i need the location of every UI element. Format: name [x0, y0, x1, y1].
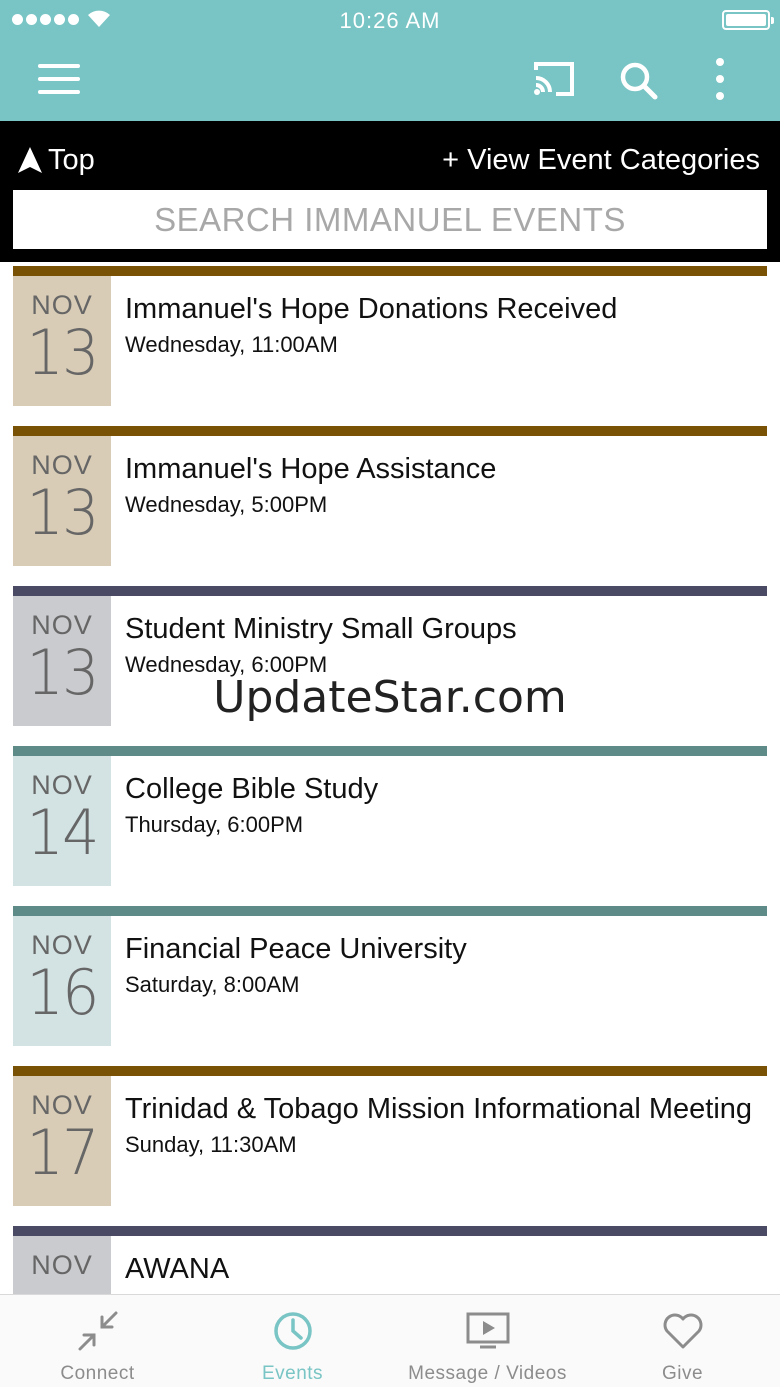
tab-label: Connect	[60, 1363, 135, 1384]
event-time: Wednesday, 5:00PM	[125, 492, 328, 517]
video-screen-icon	[466, 1312, 509, 1349]
event-title: Financial Peace University	[125, 933, 467, 965]
cast-icon[interactable]	[532, 60, 576, 98]
heart-icon	[663, 1313, 702, 1349]
event-item[interactable]: NOV 14 College Bible Study Thursday, 6:0…	[13, 746, 767, 906]
event-item[interactable]: NOV 13 Immanuel's Hope Assistance Wednes…	[13, 426, 767, 586]
event-day: 14	[26, 796, 99, 869]
event-item[interactable]: NOV 16 Financial Peace University Saturd…	[13, 906, 767, 1066]
event-list: NOV 13 Immanuel's Hope Donations Receive…	[0, 262, 780, 1294]
tab-label: Events	[261, 1363, 324, 1384]
date-badge: NOV	[13, 1236, 111, 1294]
clock-icon	[273, 1312, 312, 1350]
navigation-arrow-icon	[18, 147, 42, 173]
event-title: College Bible Study	[125, 773, 379, 805]
event-title: Immanuel's Hope Assistance	[125, 453, 497, 485]
tab-connect[interactable]: Connect	[0, 1295, 195, 1387]
date-badge: NOV 17	[13, 1076, 111, 1206]
search-events-input[interactable]	[13, 190, 767, 249]
date-badge: NOV 16	[13, 916, 111, 1046]
event-time: Wednesday, 11:00AM	[125, 332, 338, 357]
event-day: 13	[26, 316, 99, 389]
event-day: 16	[26, 956, 99, 1029]
event-time: Sunday, 11:30AM	[125, 1132, 297, 1157]
date-badge: NOV 13	[13, 436, 111, 566]
tab-events[interactable]: Events	[195, 1295, 390, 1387]
events-header: Top + View Event Categories	[0, 121, 780, 262]
tab-label: Message / Videos	[408, 1363, 567, 1384]
event-title: Immanuel's Hope Donations Received	[125, 293, 618, 325]
top-link[interactable]: Top	[18, 141, 95, 179]
status-bar: 10:26 AM	[0, 0, 780, 40]
event-title: Student Ministry Small Groups	[125, 613, 517, 645]
more-options-icon[interactable]	[712, 58, 728, 102]
tab-message-videos[interactable]: Message / Videos	[390, 1295, 585, 1387]
status-time: 10:26 AM	[339, 8, 441, 33]
event-title: Trinidad & Tobago Mission Informational …	[125, 1093, 753, 1125]
event-month: NOV	[31, 1250, 93, 1280]
search-icon[interactable]	[618, 60, 658, 100]
bottom-tab-bar: Connect Events Message / Videos Give	[0, 1294, 780, 1387]
date-badge: NOV 13	[13, 276, 111, 406]
compress-arrows-icon	[78, 1311, 117, 1351]
app-bar: 10:26 AM	[0, 0, 780, 121]
battery-icon	[722, 10, 774, 30]
event-item[interactable]: NOV AWANA	[13, 1226, 767, 1294]
event-time: Thursday, 6:00PM	[125, 812, 304, 837]
event-item[interactable]: NOV 17 Trinidad & Tobago Mission Informa…	[13, 1066, 767, 1226]
event-day: 13	[26, 476, 99, 549]
tab-label: Give	[661, 1363, 704, 1384]
event-item[interactable]: NOV 13 Immanuel's Hope Donations Receive…	[13, 266, 767, 426]
event-day: 17	[26, 1116, 99, 1189]
tab-give[interactable]: Give	[585, 1295, 780, 1387]
event-title: AWANA	[125, 1253, 230, 1285]
date-badge: NOV 14	[13, 756, 111, 886]
view-categories-link[interactable]: + View Event Categories	[442, 141, 760, 179]
top-label: Top	[48, 143, 95, 176]
watermark: UpdateStar.com	[213, 672, 567, 723]
event-time: Saturday, 8:00AM	[125, 972, 300, 997]
menu-icon[interactable]	[38, 64, 80, 94]
